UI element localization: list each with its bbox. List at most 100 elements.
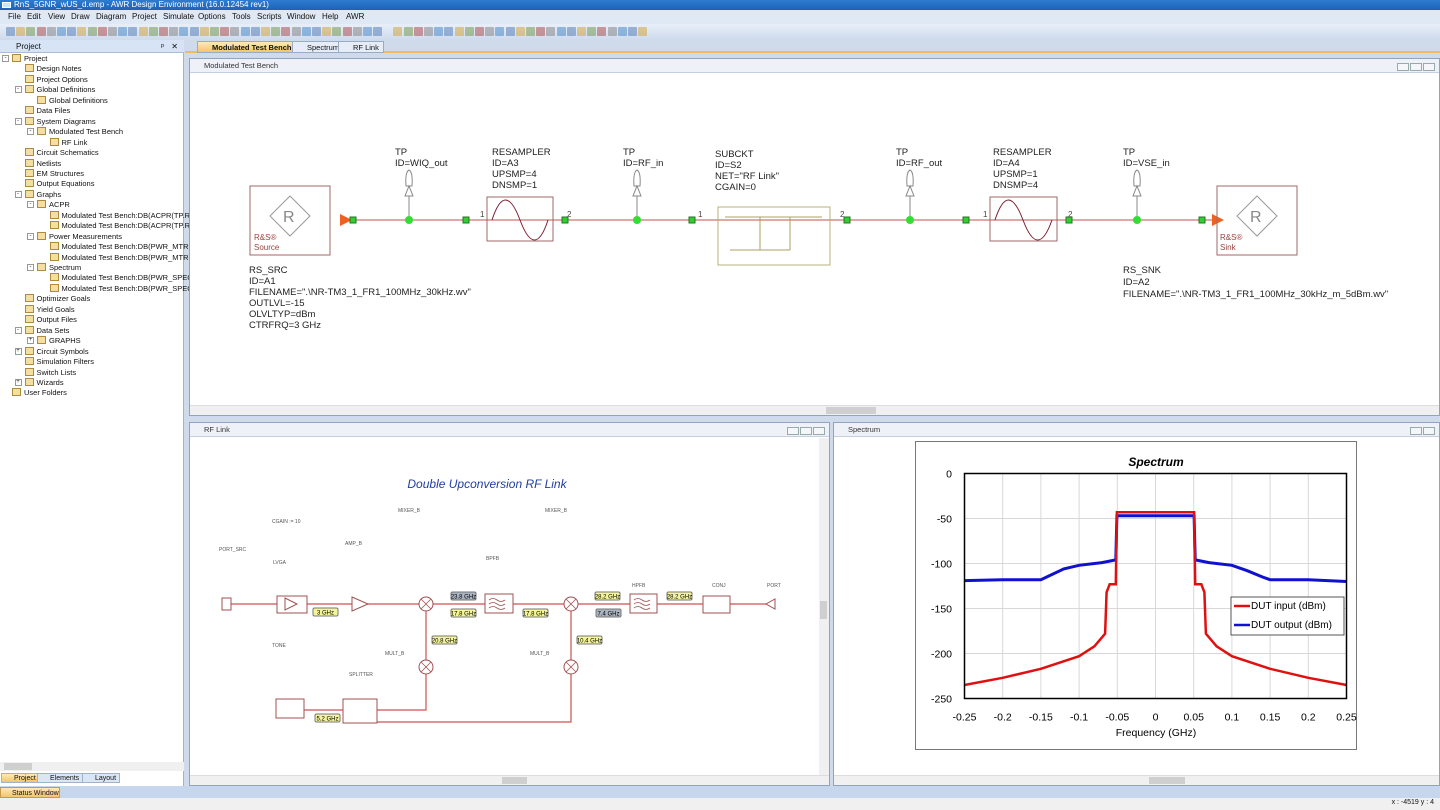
toolbar-button-icon[interactable] bbox=[587, 27, 597, 36]
toolbar-button-icon[interactable] bbox=[26, 27, 36, 36]
rf-link-hscrollbar[interactable] bbox=[190, 775, 829, 785]
tree-item[interactable]: GRAPHS bbox=[37, 336, 81, 345]
toolbar-button-icon[interactable] bbox=[515, 27, 525, 36]
menu-tools[interactable]: Tools bbox=[232, 12, 251, 22]
menu-file[interactable]: File bbox=[8, 12, 21, 22]
rf-link-vscrollbar[interactable] bbox=[819, 438, 829, 775]
toolbar-button-icon[interactable] bbox=[301, 27, 311, 36]
toolbar-button-icon[interactable] bbox=[617, 27, 627, 36]
tree-hscrollbar[interactable] bbox=[0, 762, 184, 771]
toolbar-button-icon[interactable] bbox=[413, 27, 423, 36]
expander-icon[interactable]: - bbox=[27, 201, 34, 209]
toolbar-button-icon[interactable] bbox=[6, 27, 15, 36]
expander-icon[interactable]: - bbox=[27, 232, 34, 240]
tree-item[interactable]: Output Files bbox=[24, 315, 77, 324]
toolbar-button-icon[interactable] bbox=[566, 27, 576, 36]
tab-rf-link[interactable]: RF Link bbox=[338, 41, 384, 53]
tree-item[interactable]: EM Structures bbox=[24, 168, 84, 178]
expander-icon[interactable]: + bbox=[14, 347, 22, 355]
tree-item[interactable]: Data Sets bbox=[24, 325, 69, 335]
tree-item[interactable]: Simulation Filters bbox=[24, 357, 94, 366]
tree-item[interactable]: Wizards bbox=[24, 377, 64, 387]
tree-item[interactable]: Project Options bbox=[24, 74, 88, 84]
menu-options[interactable]: Options bbox=[198, 12, 226, 22]
menu-edit[interactable]: Edit bbox=[27, 12, 41, 22]
maximize-button[interactable] bbox=[800, 427, 812, 435]
maximize-button[interactable] bbox=[1423, 427, 1435, 435]
toolbar-button-icon[interactable] bbox=[169, 27, 179, 36]
toolbar-button-icon[interactable] bbox=[291, 27, 301, 36]
minimize-button[interactable] bbox=[1397, 63, 1409, 71]
toolbar-button-icon[interactable] bbox=[240, 27, 250, 36]
toolbar-button-icon[interactable] bbox=[434, 27, 444, 36]
tree-item[interactable]: Design Notes bbox=[24, 64, 82, 73]
tree-item[interactable]: Modulated Test Bench:DB(PWR_MTR(T bbox=[49, 252, 196, 262]
toolbar-button-icon[interactable] bbox=[16, 27, 26, 36]
menu-window[interactable]: Window bbox=[287, 12, 315, 22]
status-window-tab[interactable]: Status Window bbox=[0, 787, 60, 798]
toolbar-button-icon[interactable] bbox=[271, 27, 281, 36]
toolbar-button-icon[interactable] bbox=[199, 27, 209, 36]
tree-item[interactable]: Optimizer Goals bbox=[24, 294, 90, 303]
toolbar-button-icon[interactable] bbox=[638, 27, 648, 36]
tab-project[interactable]: Project bbox=[1, 773, 40, 783]
toolbar-button-icon[interactable] bbox=[444, 27, 454, 36]
menu-awr[interactable]: AWR bbox=[346, 12, 364, 22]
close-button[interactable] bbox=[1423, 63, 1435, 71]
toolbar-button-icon[interactable] bbox=[526, 27, 535, 36]
tab-elements[interactable]: Elements bbox=[37, 773, 84, 783]
tree-item[interactable]: User Folders bbox=[12, 388, 67, 397]
expander-icon[interactable]: - bbox=[27, 128, 34, 136]
expander-icon[interactable]: - bbox=[27, 264, 34, 271]
tree-item[interactable]: Circuit Symbols bbox=[24, 346, 89, 356]
toolbar-button-icon[interactable] bbox=[393, 27, 403, 36]
spectrum-hscrollbar[interactable] bbox=[834, 775, 1439, 785]
menu-simulate[interactable]: Simulate bbox=[163, 12, 194, 22]
toolbar-button-icon[interactable] bbox=[546, 27, 556, 36]
tree-item[interactable]: Graphs bbox=[24, 189, 61, 199]
toolbar-button-icon[interactable] bbox=[179, 27, 189, 36]
toolbar-button-icon[interactable] bbox=[159, 27, 168, 36]
toolbar-button-icon[interactable] bbox=[128, 27, 138, 36]
tree-item[interactable]: ACPR bbox=[37, 200, 70, 209]
resampler-a4-block[interactable]: 1 2 bbox=[983, 196, 1073, 242]
toolbar-button-icon[interactable] bbox=[352, 27, 362, 36]
tab-layout[interactable]: Layout bbox=[82, 773, 121, 783]
tree-item[interactable]: Global Definitions bbox=[37, 95, 108, 105]
schematic-hscrollbar[interactable] bbox=[190, 405, 1439, 415]
menu-help[interactable]: Help bbox=[322, 12, 338, 22]
toolbar-button-icon[interactable] bbox=[607, 27, 617, 36]
toolbar-button-icon[interactable] bbox=[597, 27, 607, 36]
toolbar-button-icon[interactable] bbox=[495, 27, 505, 36]
toolbar-button-icon[interactable] bbox=[108, 27, 117, 36]
toolbar-button-icon[interactable] bbox=[312, 27, 321, 36]
toolbar-button-icon[interactable] bbox=[556, 27, 566, 36]
toolbar-button-icon[interactable] bbox=[505, 27, 515, 36]
toolbar-button-icon[interactable] bbox=[250, 27, 260, 36]
resampler-a3-block[interactable]: 1 2 bbox=[480, 196, 572, 242]
tree-item[interactable]: Data Files bbox=[24, 106, 70, 115]
tree-item[interactable]: RF Link bbox=[49, 137, 87, 147]
tree-item[interactable]: System Diagrams bbox=[24, 116, 96, 126]
toolbar-button-icon[interactable] bbox=[189, 27, 199, 36]
toolbar-button-icon[interactable] bbox=[403, 27, 413, 36]
toolbar-button-icon[interactable] bbox=[148, 27, 158, 36]
toolbar-button-icon[interactable] bbox=[261, 27, 270, 36]
expander-icon[interactable]: + bbox=[27, 337, 34, 345]
tree-item[interactable]: Netlists bbox=[24, 158, 61, 168]
toolbar-button-icon[interactable] bbox=[454, 27, 464, 36]
minimize-button[interactable] bbox=[787, 427, 799, 435]
toolbar-button-icon[interactable] bbox=[475, 27, 484, 36]
menu-project[interactable]: Project bbox=[132, 12, 157, 22]
tab-modulated-test-bench[interactable]: Modulated Test Bench ✕ bbox=[197, 41, 305, 53]
close-icon[interactable]: ✕ bbox=[171, 40, 178, 53]
tree-item[interactable]: Switch Lists bbox=[24, 367, 76, 377]
toolbar-button-icon[interactable] bbox=[342, 27, 352, 36]
tree-item[interactable]: Yield Goals bbox=[24, 304, 75, 314]
toolbar-button-icon[interactable] bbox=[363, 27, 372, 36]
toolbar-button-icon[interactable] bbox=[118, 27, 128, 36]
expander-icon[interactable]: - bbox=[14, 326, 22, 334]
toolbar-button-icon[interactable] bbox=[485, 27, 495, 36]
tab-spectrum[interactable]: Spectrum bbox=[292, 41, 345, 53]
tree-item[interactable]: Modulated Test Bench:DB(PWR_SPEC(T bbox=[49, 283, 200, 293]
